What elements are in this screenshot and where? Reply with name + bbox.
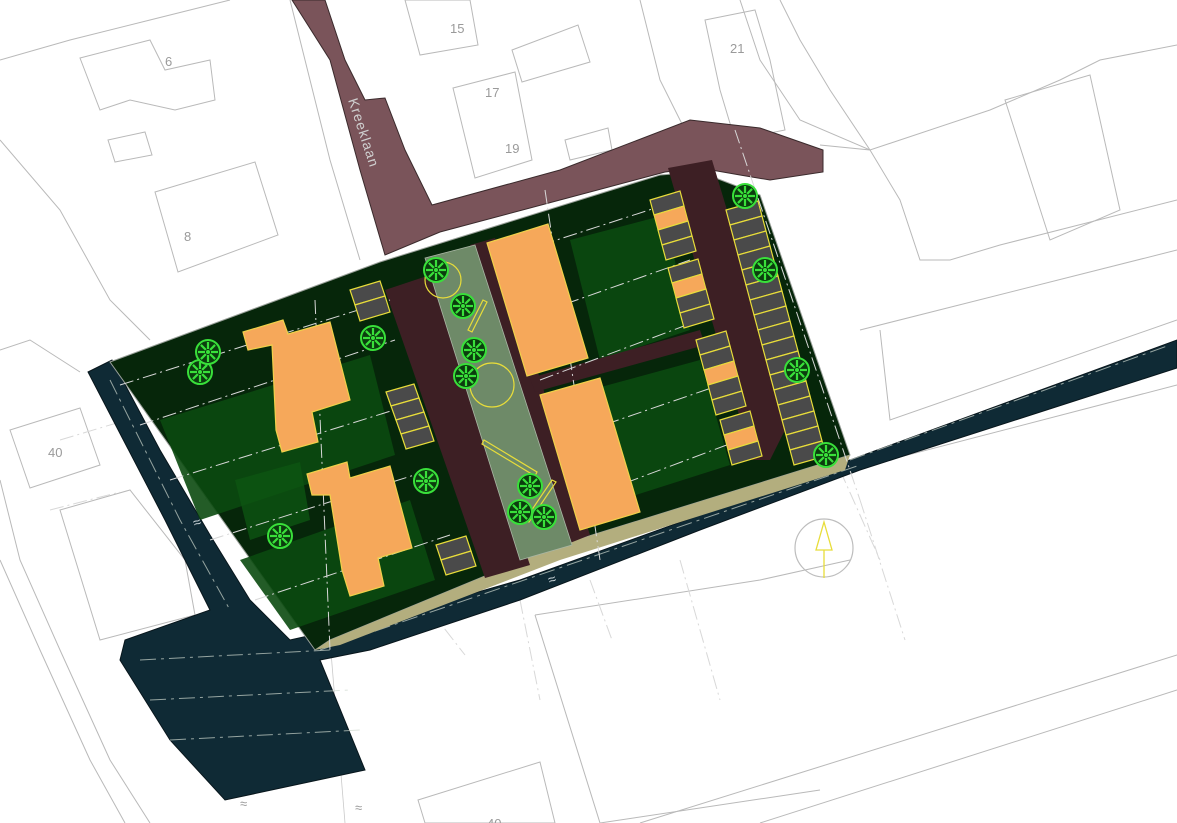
north-arrow-icon bbox=[794, 518, 854, 578]
tree-icon bbox=[413, 468, 439, 494]
house-number-label: 19 bbox=[505, 141, 519, 156]
house-number-label: 8 bbox=[184, 229, 191, 244]
tree-icon bbox=[752, 257, 778, 283]
tree-icon bbox=[531, 504, 557, 530]
tree-icon bbox=[784, 357, 810, 383]
house-number-label: 15 bbox=[450, 21, 464, 36]
house-number-label: 6 bbox=[165, 54, 172, 69]
water-symbol-icon: ≈ bbox=[240, 796, 247, 811]
house-number-label-partial: 40 bbox=[487, 816, 501, 823]
water-symbol-icon: ≈ bbox=[355, 800, 362, 815]
house-number-label: 21 bbox=[730, 41, 744, 56]
tree-icon bbox=[453, 363, 479, 389]
tree-icon bbox=[813, 442, 839, 468]
tree-icon bbox=[195, 339, 221, 365]
tree-icon bbox=[267, 523, 293, 549]
site-plan-map: Kreeklaan ≈ ≈ ≈ ≈ 6 8 15 17 19 21 40 bbox=[0, 0, 1177, 823]
house-number-label: 17 bbox=[485, 85, 499, 100]
house-number-label: 40 bbox=[48, 445, 62, 460]
tree-icon bbox=[517, 473, 543, 499]
tree-icon bbox=[507, 499, 533, 525]
tree-icon bbox=[423, 257, 449, 283]
tree-icon bbox=[461, 337, 487, 363]
tree-icon bbox=[732, 183, 758, 209]
tree-icon bbox=[450, 293, 476, 319]
tree-icon bbox=[360, 325, 386, 351]
